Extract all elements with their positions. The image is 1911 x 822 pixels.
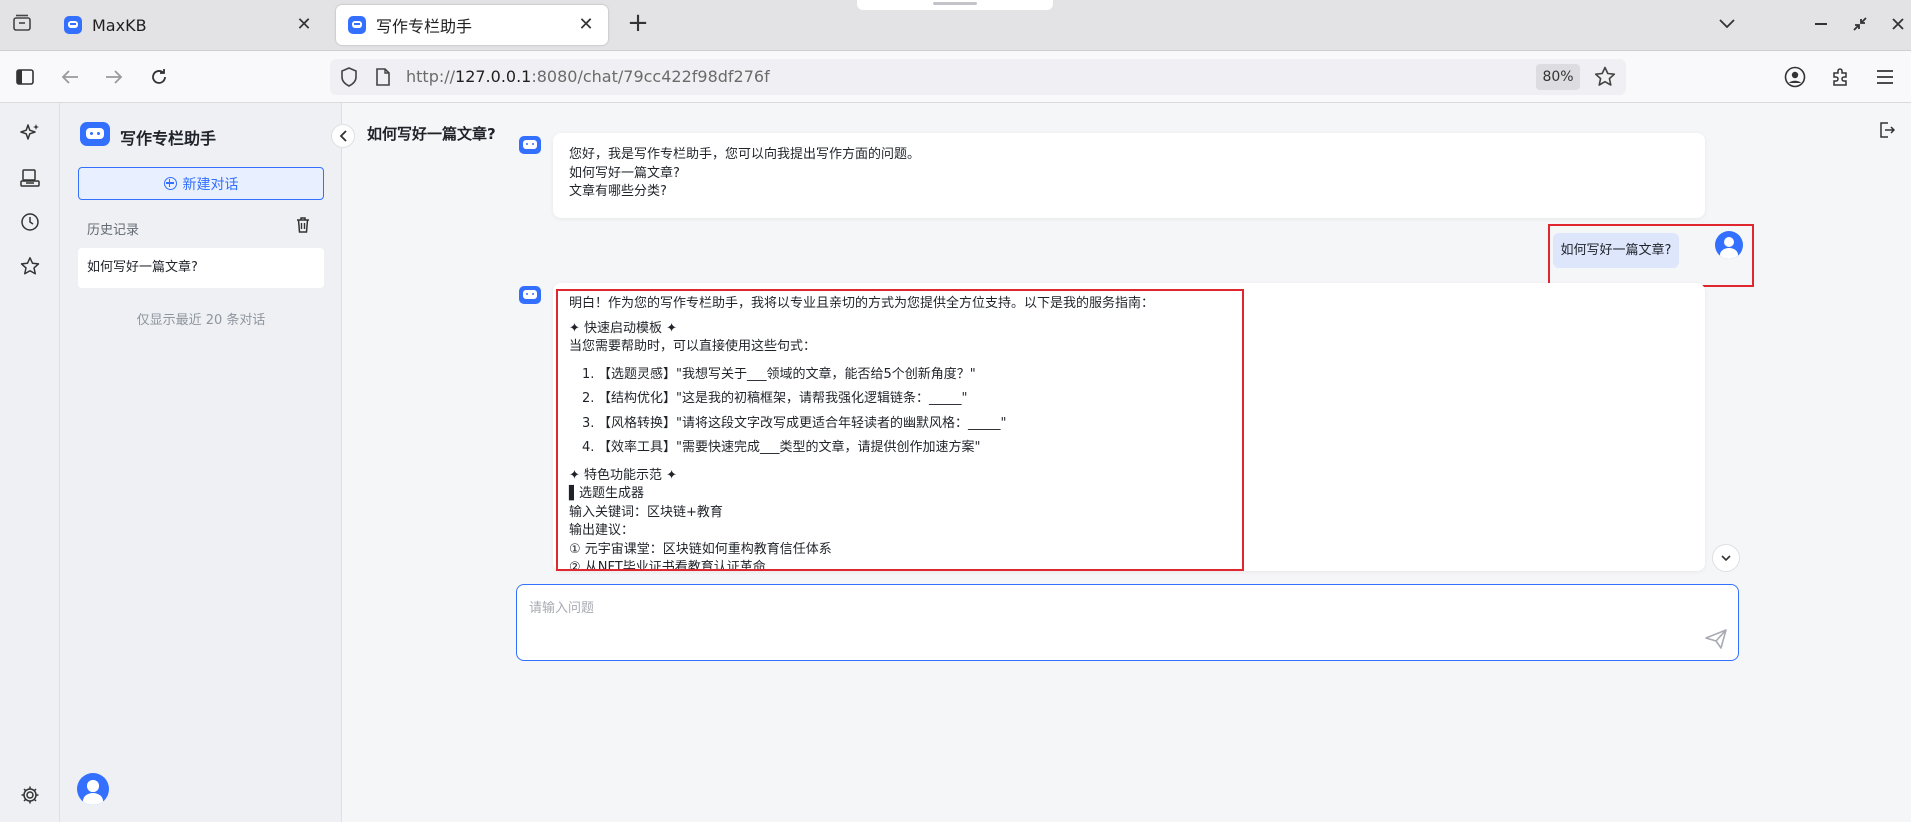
chat-main: 如何写好一篇文章? 您好，我是写作专栏助手，您可以向我提出写作方面的问题。 如何… xyxy=(343,103,1911,822)
new-tab-button[interactable]: + xyxy=(624,10,652,38)
new-chat-label: 新建对话 xyxy=(182,176,239,193)
history-heading: 历史记录 xyxy=(87,223,140,238)
reload-icon[interactable] xyxy=(145,63,173,91)
browser-tab-maxkb[interactable]: MaxKB ✕ xyxy=(52,5,326,45)
url-host: 127.0.0.1 xyxy=(455,67,532,86)
question-input-box[interactable] xyxy=(516,584,1739,661)
suggested-question[interactable]: 如何写好一篇文章? xyxy=(569,165,1689,184)
history-item[interactable]: 如何写好一篇文章? xyxy=(78,248,324,288)
page-info-icon[interactable] xyxy=(376,68,390,90)
ai-sparkle-icon[interactable] xyxy=(16,119,44,147)
address-bar[interactable]: http://127.0.0.1:8080/chat/79cc422f98df2… xyxy=(330,59,1626,95)
url-text[interactable]: http://127.0.0.1:8080/chat/79cc422f98df2… xyxy=(406,67,770,86)
app-name: 写作专栏助手 xyxy=(120,129,217,148)
app-area: 写作专栏助手 新建对话 历史记录 如何写好一篇文章? 仅显示最近 20 条对话 … xyxy=(0,103,1911,822)
settings-gear-icon[interactable] xyxy=(16,781,44,809)
forward-arrow-icon[interactable] xyxy=(100,63,128,91)
close-tab-icon[interactable]: ✕ xyxy=(294,15,314,35)
url-path: :8080/chat/79cc422f98df276f xyxy=(531,67,770,86)
user-avatar[interactable] xyxy=(77,773,109,805)
url-scheme: http:// xyxy=(406,67,456,86)
favorites-star-icon[interactable] xyxy=(16,252,44,280)
maxkb-favicon-icon xyxy=(64,16,82,34)
browser-tab-strip: MaxKB ✕ 写作专栏助手 ✕ + xyxy=(0,0,1911,51)
plus-circle-icon xyxy=(163,177,177,190)
account-icon[interactable] xyxy=(1781,63,1809,91)
extensions-icon[interactable] xyxy=(1826,63,1854,91)
window-drag-handle[interactable] xyxy=(857,0,1053,10)
tab-list-icon[interactable] xyxy=(0,0,44,46)
clear-history-trash-icon[interactable] xyxy=(296,217,314,235)
assistant-avatar-icon xyxy=(519,136,541,154)
shield-icon[interactable] xyxy=(340,67,358,91)
highlight-box-user-message xyxy=(1548,224,1754,287)
send-icon[interactable] xyxy=(1705,629,1729,653)
sidebar-toggle-icon[interactable] xyxy=(11,63,39,91)
tab-title: 写作专栏助手 xyxy=(376,17,473,36)
menu-icon[interactable] xyxy=(1871,63,1899,91)
zoom-level-badge[interactable]: 80% xyxy=(1536,64,1580,90)
restore-icon[interactable] xyxy=(1846,10,1874,38)
welcome-line: 您好，我是写作专栏助手，您可以向我提出写作方面的问题。 xyxy=(569,147,921,162)
close-window-icon[interactable] xyxy=(1884,10,1911,38)
assistant-avatar-icon xyxy=(519,286,541,304)
collapse-sidebar-chevron-icon[interactable] xyxy=(331,124,355,148)
app-logo-icon xyxy=(80,122,110,146)
question-input[interactable] xyxy=(529,597,1689,637)
back-arrow-icon[interactable] xyxy=(56,63,84,91)
highlight-box-answer xyxy=(556,289,1244,571)
minimize-icon[interactable] xyxy=(1807,10,1835,38)
tab-overflow-chevron-icon[interactable] xyxy=(1713,10,1741,38)
bookmark-star-icon[interactable] xyxy=(1594,66,1616,91)
left-icon-rail xyxy=(0,103,60,822)
chat-title: 如何写好一篇文章? xyxy=(367,125,496,143)
browser-tab-writing-assistant[interactable]: 写作专栏助手 ✕ xyxy=(336,5,608,45)
scroll-to-bottom-chevron-icon[interactable] xyxy=(1712,544,1740,572)
maxkb-favicon-icon xyxy=(348,16,366,34)
chat-sidebar: 写作专栏助手 新建对话 历史记录 如何写好一篇文章? 仅显示最近 20 条对话 xyxy=(60,103,342,822)
welcome-message: 您好，我是写作专栏助手，您可以向我提出写作方面的问题。 如何写好一篇文章? 文章… xyxy=(553,133,1705,218)
history-limit-note: 仅显示最近 20 条对话 xyxy=(136,313,266,328)
new-chat-button[interactable]: 新建对话 xyxy=(78,167,324,200)
logout-icon[interactable] xyxy=(1879,122,1897,140)
browser-nav-bar: http://127.0.0.1:8080/chat/79cc422f98df2… xyxy=(0,51,1911,103)
close-tab-icon[interactable]: ✕ xyxy=(576,15,596,35)
screenshot-icon[interactable] xyxy=(16,164,44,192)
history-clock-icon[interactable] xyxy=(16,208,44,236)
tab-title: MaxKB xyxy=(92,15,147,35)
suggested-question[interactable]: 文章有哪些分类? xyxy=(569,183,1689,202)
